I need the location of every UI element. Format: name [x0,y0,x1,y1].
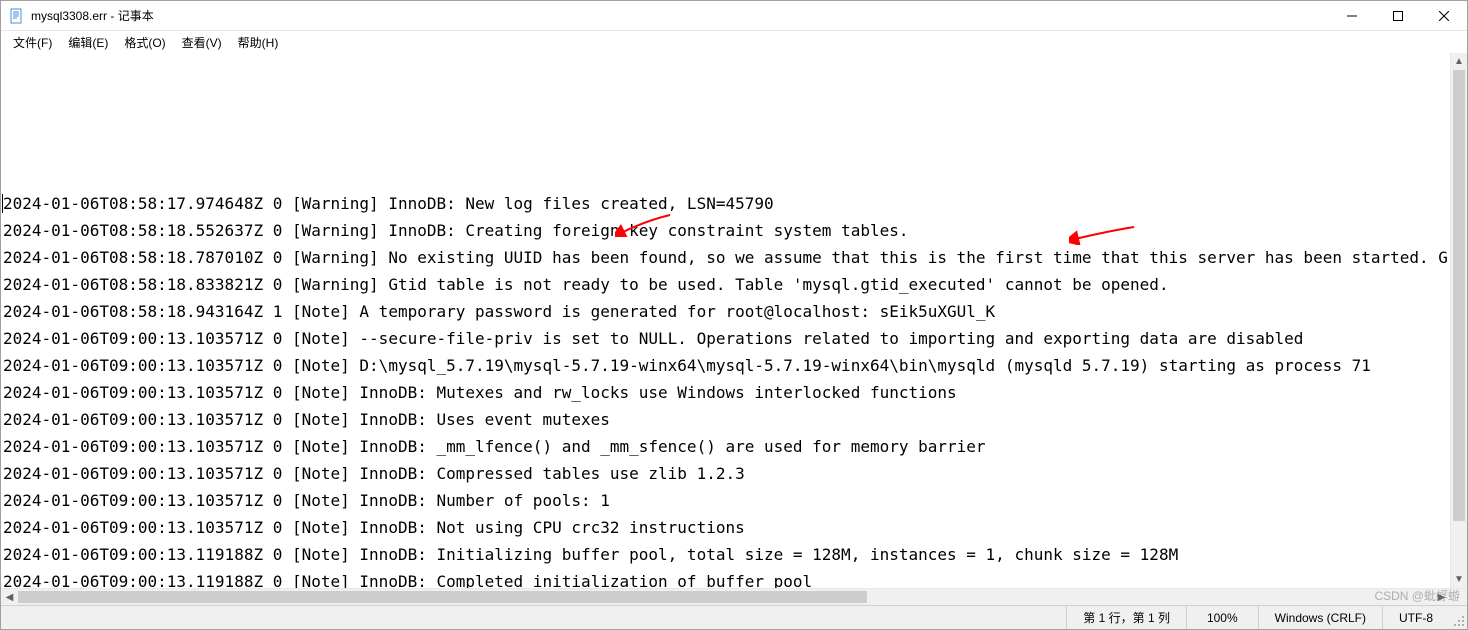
titlebar[interactable]: mysql3308.err - 记事本 [1,1,1467,31]
log-line: 2024-01-06T08:58:18.787010Z 0 [Warning] … [3,244,1450,271]
log-line: 2024-01-06T09:00:13.103571Z 0 [Note] Inn… [3,406,1450,433]
log-line: 2024-01-06T09:00:13.103571Z 0 [Note] D:\… [3,352,1450,379]
log-line: 2024-01-06T09:00:13.119188Z 0 [Note] Inn… [3,541,1450,568]
vscroll-track[interactable] [1451,70,1467,571]
maximize-button[interactable] [1375,1,1421,31]
scroll-left-arrow-icon[interactable]: ◀ [1,589,18,605]
hscroll-row: ◀ ▶ [1,588,1467,605]
menu-help[interactable]: 帮助(H) [230,32,287,53]
scroll-right-arrow-icon[interactable]: ▶ [1433,589,1450,605]
log-line: 2024-01-06T09:00:13.103571Z 0 [Note] Inn… [3,433,1450,460]
menubar: 文件(F) 编辑(E) 格式(O) 查看(V) 帮助(H) [1,31,1467,53]
log-line: 2024-01-06T08:58:18.833821Z 0 [Warning] … [3,271,1450,298]
vscroll-thumb[interactable] [1453,70,1465,521]
text-editor[interactable]: 2024-01-06T08:58:17.974648Z 0 [Warning] … [1,53,1450,588]
menu-edit[interactable]: 编辑(E) [60,32,116,53]
status-position: 第 1 行，第 1 列 [1066,606,1186,629]
status-zoom: 100% [1186,606,1258,629]
close-button[interactable] [1421,1,1467,31]
notepad-window: mysql3308.err - 记事本 文件(F) 编辑(E) 格式(O) 查看… [0,0,1468,630]
log-line: 2024-01-06T09:00:13.103571Z 0 [Note] Inn… [3,487,1450,514]
status-encoding: UTF-8 [1382,606,1449,629]
scroll-up-arrow-icon[interactable]: ▲ [1451,53,1467,70]
content-area: 2024-01-06T08:58:17.974648Z 0 [Warning] … [1,53,1467,588]
app-icon [9,8,25,24]
minimize-button[interactable] [1329,1,1375,31]
log-line: 2024-01-06T08:58:18.552637Z 0 [Warning] … [3,217,1450,244]
scroll-corner [1450,589,1467,606]
statusbar: 第 1 行，第 1 列 100% Windows (CRLF) UTF-8 [1,605,1467,629]
horizontal-scrollbar[interactable]: ◀ ▶ [1,589,1450,605]
resize-grip-icon[interactable] [1449,606,1467,629]
menu-format[interactable]: 格式(O) [116,32,173,53]
menu-file[interactable]: 文件(F) [5,32,60,53]
scroll-down-arrow-icon[interactable]: ▼ [1451,571,1467,588]
log-line: 2024-01-06T09:00:13.103571Z 0 [Note] Inn… [3,514,1450,541]
hscroll-thumb[interactable] [18,591,867,603]
window-title: mysql3308.err - 记事本 [31,7,154,24]
log-line: 2024-01-06T09:00:13.103571Z 0 [Note] Inn… [3,460,1450,487]
vertical-scrollbar[interactable]: ▲ ▼ [1450,53,1467,588]
hscroll-track[interactable] [18,589,1433,605]
menu-view[interactable]: 查看(V) [174,32,230,53]
log-line: 2024-01-06T09:00:13.103571Z 0 [Note] --s… [3,325,1450,352]
log-line: 2024-01-06T08:58:17.974648Z 0 [Warning] … [3,190,1450,217]
log-line: 2024-01-06T09:00:13.103571Z 0 [Note] Inn… [3,379,1450,406]
status-lineending: Windows (CRLF) [1258,606,1382,629]
log-line: 2024-01-06T09:00:13.119188Z 0 [Note] Inn… [3,568,1450,588]
log-line: 2024-01-06T08:58:18.943164Z 1 [Note] A t… [3,298,1450,325]
